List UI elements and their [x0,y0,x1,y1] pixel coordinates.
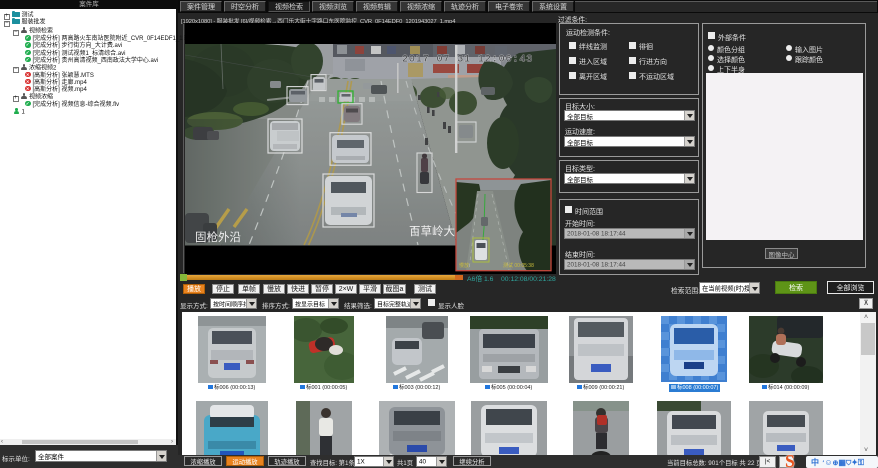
svg-text:慢放: 慢放 [459,262,469,269]
svg-text:百草岭大: 百草岭大 [409,224,455,238]
svg-text:固枪外沿: 固枪外沿 [195,230,241,244]
svg-text:2017 07 31 12:06:43: 2017 07 31 12:06:43 [402,55,533,66]
svg-text:测试 00:05:38: 测试 00:05:38 [503,262,534,269]
